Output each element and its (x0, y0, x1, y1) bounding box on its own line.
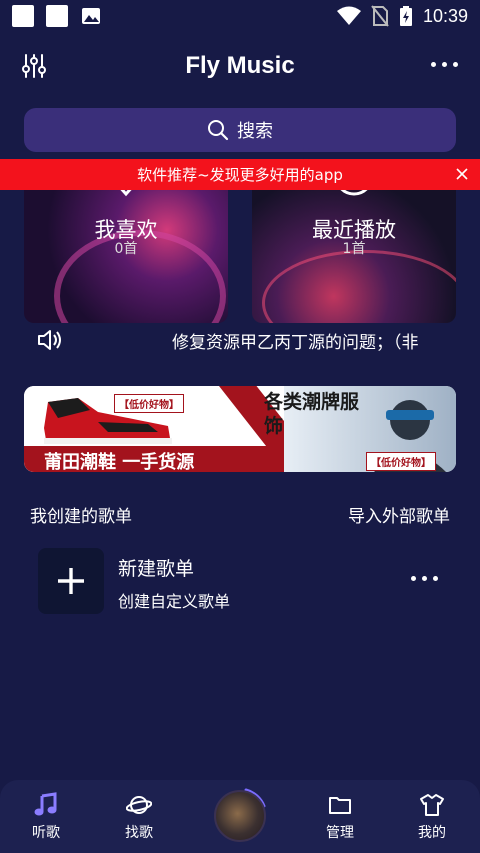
wifi-icon (336, 6, 361, 25)
card-count: 0首 (114, 241, 138, 257)
favorites-card[interactable]: 我喜欢 0首 (24, 190, 228, 323)
folder-icon (329, 797, 351, 814)
banner-tag: 【低价好物】 (114, 394, 184, 413)
add-icon (38, 548, 104, 614)
more-icon (430, 61, 436, 67)
nav-item-discover[interactable]: 找歌 (109, 792, 169, 848)
nav-label: 我的 (418, 825, 446, 841)
banner-headline: 各类潮牌服饰 (264, 391, 360, 437)
notification-icons (12, 5, 102, 27)
notification-icon (46, 5, 68, 27)
equalizer-icon[interactable] (20, 52, 48, 80)
bottom-nav: 听歌 找歌 管理 我的 (0, 780, 480, 853)
announcement-bar[interactable]: 修复资源甲乙丙丁源的问题；（非 (36, 326, 456, 354)
new-playlist-subtitle: 创建自定义歌单 (118, 592, 231, 611)
image-icon (82, 8, 100, 24)
more-icon-dot (441, 61, 447, 67)
clock: 10:39 (422, 5, 468, 26)
planet-icon (126, 796, 152, 814)
page-title: Fly Music (185, 52, 295, 79)
section-title: 我创建的歌单 (30, 506, 132, 527)
new-playlist-item[interactable]: 新建歌单 创建自定义歌单 (38, 548, 442, 614)
now-playing-disc[interactable] (214, 790, 266, 842)
import-playlist-link[interactable]: 导入外部歌单 (348, 502, 450, 527)
nav-item-listen[interactable]: 听歌 (16, 792, 76, 848)
nav-item-manage[interactable]: 管理 (310, 792, 370, 848)
more-menu-button[interactable] (428, 54, 460, 74)
banner-tag: 【低价好物】 (366, 452, 436, 471)
status-bar: 10:39 (0, 0, 480, 32)
speaker-icon (38, 330, 61, 350)
no-sim-icon (371, 5, 389, 27)
nav-label: 听歌 (32, 825, 60, 841)
more-icon-dot (452, 61, 458, 67)
card-count: 1首 (342, 241, 366, 257)
announcement-text: 修复资源甲乙丙丁源的问题；（非 (172, 333, 419, 353)
more-icon-dot (411, 576, 416, 581)
nav-label: 找歌 (125, 825, 153, 841)
music-note-icon (34, 792, 57, 816)
more-icon[interactable] (411, 576, 438, 581)
banner-headline: 莆田潮鞋 一手货源 (44, 452, 195, 472)
app-header: Fly Music (0, 40, 480, 92)
clock-icon (340, 190, 368, 196)
playlists-header: 我创建的歌单 导入外部歌单 (30, 500, 450, 528)
nav-label: 管理 (326, 825, 354, 841)
more-icon-dot (433, 576, 438, 581)
new-playlist-title: 新建歌单 (118, 558, 195, 580)
promo-text: 软件推荐~发现更多好用的app (137, 166, 343, 184)
notification-icon (12, 5, 34, 27)
search-bar[interactable]: 搜索 (24, 108, 456, 152)
search-label: 搜索 (237, 121, 273, 142)
battery-charging-icon (399, 6, 412, 26)
more-icon-dot (422, 576, 427, 581)
search-icon (208, 120, 229, 141)
heart-icon (120, 190, 132, 197)
promo-banner[interactable]: 软件推荐~发现更多好用的app (0, 159, 480, 190)
quick-cards: 我喜欢 0首 最近播放 1首 (24, 190, 456, 323)
nav-item-me[interactable]: 我的 (402, 792, 462, 848)
close-icon[interactable] (454, 166, 470, 182)
ad-banner[interactable]: 【低价好物】 莆田潮鞋 一手货源 各类潮牌服饰 【低价好物】 (24, 386, 456, 472)
recent-card[interactable]: 最近播放 1首 (252, 190, 456, 323)
shirt-icon (420, 794, 444, 816)
